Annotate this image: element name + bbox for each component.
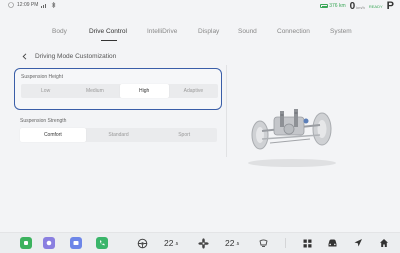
tab-sound[interactable]: Sound — [238, 28, 257, 35]
suspension-strength-selector: Comfort Standard Sport — [20, 128, 217, 142]
navigation-icon[interactable] — [352, 237, 364, 249]
signal-icon — [41, 3, 47, 8]
tab-intellidrive[interactable]: IntelliDrive — [147, 28, 177, 35]
right-temperature[interactable]: 22.5 — [225, 237, 239, 249]
suspension-height-selector: Low Medium High Adaptive — [21, 84, 218, 98]
left-temperature[interactable]: 22.5 — [164, 237, 178, 249]
breadcrumb: Driving Mode Customization — [22, 50, 116, 62]
status-bar: 12:09 PM 376 km 0km/h READY P — [0, 0, 400, 12]
fan-icon[interactable] — [197, 237, 209, 249]
suspension-height-option-low[interactable]: Low — [21, 84, 70, 98]
bluetooth-icon — [52, 2, 56, 8]
dock-divider — [285, 238, 286, 248]
tab-body[interactable]: Body — [52, 28, 67, 35]
left-temperature-decimal: .5 — [174, 240, 179, 246]
tab-connection[interactable]: Connection — [277, 28, 310, 35]
left-temperature-value: 22 — [164, 238, 174, 248]
car-icon[interactable] — [326, 237, 338, 249]
suspension-strength-option-comfort[interactable]: Comfort — [20, 128, 86, 142]
suspension-height-panel: Suspension Height Low Medium High Adapti… — [14, 68, 222, 110]
section-divider — [226, 65, 227, 157]
suspension-height-option-adaptive[interactable]: Adaptive — [169, 84, 218, 98]
suspension-height-option-high[interactable]: High — [119, 84, 169, 98]
suspension-strength-panel: Suspension Strength Comfort Standard Spo… — [14, 114, 222, 152]
steering-wheel-icon[interactable] — [136, 237, 148, 249]
blue-app-icon[interactable] — [70, 237, 82, 249]
apps-grid-icon[interactable] — [301, 237, 313, 249]
active-tab-indicator — [101, 40, 117, 41]
seat-heat-icon[interactable] — [257, 237, 269, 249]
battery-icon — [320, 4, 329, 8]
speed-unit: km/h — [356, 4, 365, 10]
battery-range: 376 km — [329, 3, 346, 9]
speed-readout: 0km/h — [350, 1, 365, 12]
right-temperature-value: 22 — [225, 238, 235, 248]
bottom-dock: 22.5 22.5 — [0, 232, 400, 253]
phone-app-icon[interactable] — [96, 237, 108, 249]
suspension-height-option-medium[interactable]: Medium — [70, 84, 119, 98]
green-app-icon[interactable] — [20, 237, 32, 249]
suspension-illustration — [248, 109, 336, 167]
suspension-strength-option-sport[interactable]: Sport — [151, 128, 217, 142]
speed-value: 0 — [349, 0, 356, 12]
suspension-height-label: Suspension Height — [21, 74, 63, 80]
chevron-left-icon[interactable] — [22, 52, 27, 60]
gear-indicator: P — [386, 0, 394, 12]
home-icon[interactable] — [378, 237, 390, 249]
settings-tabs: Body Drive Control IntelliDrive Display … — [0, 22, 400, 46]
tab-display[interactable]: Display — [198, 28, 219, 35]
suspension-strength-label: Suspension Strength — [20, 118, 67, 124]
clock: 12:09 PM — [17, 2, 39, 8]
ready-indicator: READY — [368, 3, 383, 9]
profile-icon[interactable] — [8, 2, 14, 8]
battery-indicator: 376 km — [320, 3, 346, 9]
suspension-strength-option-standard[interactable]: Standard — [86, 128, 152, 142]
right-temperature-decimal: .5 — [235, 240, 240, 246]
purple-app-icon[interactable] — [43, 237, 55, 249]
tab-drive-control[interactable]: Drive Control — [89, 28, 127, 35]
tab-system[interactable]: System — [330, 28, 352, 35]
page-title: Driving Mode Customization — [35, 52, 117, 60]
